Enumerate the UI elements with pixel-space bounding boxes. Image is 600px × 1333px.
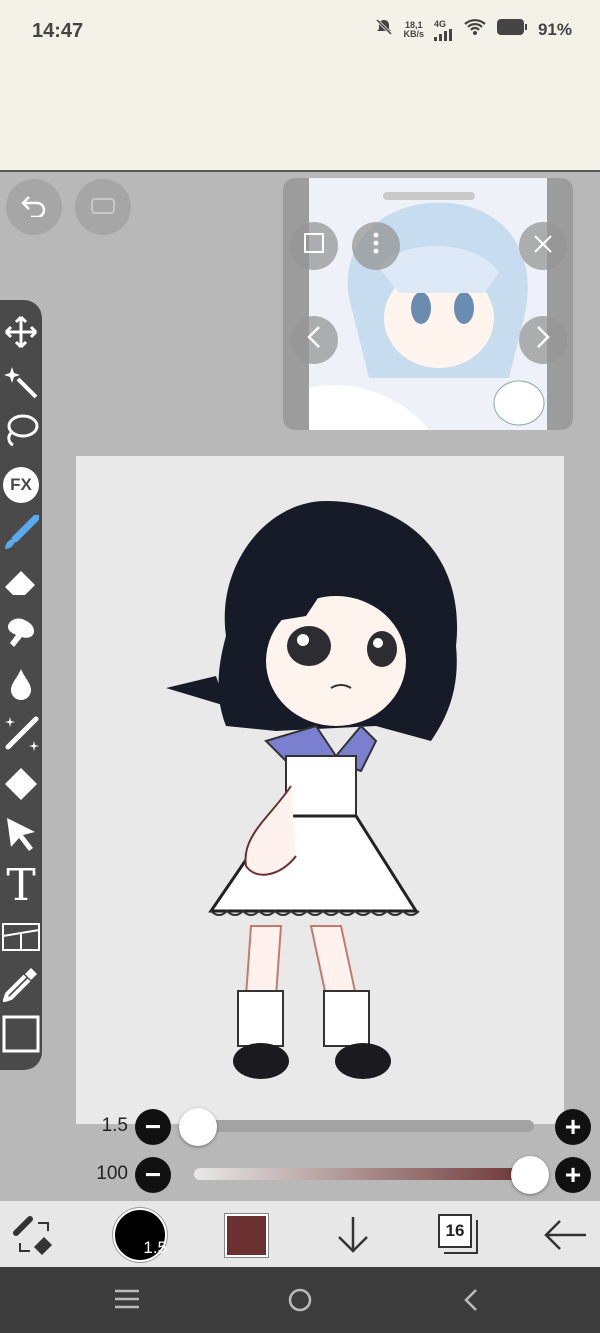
ref-frame-button[interactable] [290, 222, 338, 270]
layers-button[interactable]: 16 [438, 1214, 480, 1256]
close-icon [532, 231, 554, 262]
shine-brush-icon [2, 715, 40, 758]
tool-canvas[interactable] [0, 1014, 42, 1058]
ref-prev-button[interactable] [290, 316, 338, 364]
reference-image [309, 178, 547, 430]
status-icons: 18,1 KB/s 4G 91% [375, 18, 572, 41]
tool-fx[interactable]: FX [0, 463, 42, 507]
lasso-icon [3, 413, 39, 452]
tool-text[interactable]: T [0, 864, 42, 908]
layer-count: 16 [438, 1214, 472, 1248]
chevron-left-icon [306, 325, 322, 356]
brush-size-slider-row: 1.5 − + [0, 1107, 600, 1147]
tool-magic-wand[interactable] [0, 362, 42, 406]
arrow-left-icon [542, 1220, 588, 1257]
nav-recents-button[interactable] [114, 1288, 140, 1315]
tool-eyedropper[interactable] [0, 964, 42, 1008]
opacity-minus-button[interactable]: − [135, 1157, 171, 1193]
status-time: 14:47 [32, 20, 84, 42]
back-button[interactable] [542, 1217, 588, 1258]
square-icon [302, 231, 326, 262]
chevron-right-icon [535, 325, 551, 356]
mute-icon [375, 18, 393, 41]
ref-menu-button[interactable] [352, 222, 400, 270]
frame-divider-icon [2, 916, 40, 957]
tool-select[interactable] [0, 814, 42, 858]
tool-smudge[interactable] [0, 612, 42, 656]
tool-move[interactable] [0, 312, 42, 356]
status-bar: 14:47 18,1 KB/s 4G 91% [0, 0, 600, 172]
battery-level: 91% [537, 19, 572, 39]
brush-size-preview-value: 1.5 [143, 1238, 167, 1257]
opacity-track[interactable] [194, 1168, 534, 1180]
brush-eraser-swap-icon [12, 1216, 56, 1259]
reference-illustration [309, 178, 547, 430]
text-icon: T [6, 860, 36, 911]
chevron-left-icon [462, 1289, 480, 1317]
nav-back-button[interactable] [462, 1287, 480, 1318]
drawing-canvas[interactable] [76, 456, 564, 1124]
opacity-plus-button[interactable]: + [555, 1157, 591, 1193]
speed-unit: KB/s [403, 28, 424, 39]
undo-button[interactable] [6, 179, 62, 235]
canvas-icon [2, 1015, 40, 1058]
tool-frame-divider[interactable] [0, 914, 42, 958]
system-nav-bar [0, 1267, 600, 1333]
ref-next-button[interactable] [519, 316, 567, 364]
move-icon [4, 315, 38, 354]
tool-eraser[interactable] [0, 562, 42, 606]
menu-icon [114, 1289, 140, 1314]
nav-home-button[interactable] [287, 1287, 313, 1318]
more-vertical-icon [372, 231, 380, 262]
magic-wand-icon [4, 365, 38, 404]
undo-icon [19, 193, 49, 222]
brush-icon [3, 513, 41, 556]
opacity-slider-row: 100 − + [0, 1155, 600, 1195]
arrow-down-icon [334, 1217, 372, 1261]
wifi-icon [464, 18, 486, 41]
ref-close-button[interactable] [519, 222, 567, 270]
redo-button[interactable] [75, 179, 131, 235]
drag-handle[interactable] [383, 192, 475, 200]
brush-size-thumb[interactable] [179, 1108, 217, 1146]
brush-size-track[interactable] [194, 1120, 534, 1132]
network-speed: 18,1 KB/s [403, 20, 424, 39]
reference-window[interactable] [283, 178, 573, 430]
opacity-label: 100 [96, 1163, 128, 1184]
tool-fill[interactable] [0, 764, 42, 808]
brush-size-plus-button[interactable]: + [555, 1109, 591, 1145]
brush-size-label: 1.5 [101, 1115, 128, 1136]
color-swatch-button[interactable] [225, 1214, 268, 1257]
tool-palette: FX T [0, 300, 42, 1070]
swap-tool-button[interactable] [12, 1215, 56, 1260]
brush-size-preview-button[interactable]: 1.5 [113, 1208, 167, 1262]
redo-icon [88, 193, 118, 222]
select-arrow-icon [4, 816, 38, 857]
battery-icon [496, 18, 528, 41]
tool-blur[interactable] [0, 664, 42, 708]
bottom-toolbar: 1.5 16 [0, 1201, 600, 1267]
smudge-icon [4, 615, 38, 654]
fx-icon: FX [3, 467, 39, 503]
signal-icon: 4G [433, 18, 454, 41]
network-type: 4G [433, 18, 446, 29]
tool-shine-brush[interactable] [0, 714, 42, 758]
tool-brush[interactable] [0, 513, 42, 557]
opacity-thumb[interactable] [511, 1156, 549, 1194]
blur-icon [8, 667, 34, 706]
character-drawing [166, 501, 458, 1079]
tool-lasso[interactable] [0, 410, 42, 454]
eraser-icon [3, 567, 39, 602]
adjust-button[interactable] [334, 1213, 372, 1262]
circle-icon [287, 1288, 313, 1317]
eyedropper-icon [1, 966, 39, 1007]
brush-size-minus-button[interactable]: − [135, 1109, 171, 1145]
fill-icon [3, 766, 39, 807]
